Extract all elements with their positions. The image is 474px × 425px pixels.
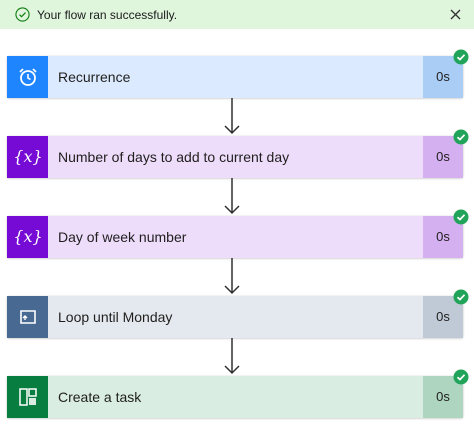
success-check-icon: [453, 129, 469, 145]
step-title: Loop until Monday: [58, 309, 173, 325]
check-circle-icon: [15, 7, 30, 22]
banner-message: Your flow ran successfully.: [37, 7, 178, 22]
success-check-icon: [453, 289, 469, 305]
loop-icon: [19, 310, 36, 324]
step-title: Recurrence: [58, 69, 131, 85]
step-icon-box: [7, 56, 48, 98]
step-icon-box: [7, 376, 48, 418]
success-check-icon: [453, 369, 469, 385]
planner-icon: [18, 388, 37, 406]
step-title: Number of days to add to current day: [58, 149, 290, 165]
success-check-icon: [453, 49, 469, 65]
flow-step-recurrence[interactable]: Recurrence 0s: [7, 49, 469, 98]
flow-step-day-of-week[interactable]: {x} Day of week number 0s: [7, 209, 469, 258]
step-title: Create a task: [58, 389, 142, 405]
alarm-clock-icon: [18, 68, 37, 86]
step-icon-box: [7, 296, 48, 338]
variable-icon: {x}: [13, 147, 42, 166]
step-title: Day of week number: [58, 229, 187, 245]
success-check-icon: [453, 209, 469, 225]
arrow-connector: [224, 98, 240, 135]
svg-text:{x}: {x}: [13, 147, 42, 166]
close-icon: [450, 9, 461, 20]
variable-icon: {x}: [13, 227, 42, 246]
step-icon-box: {x}: [7, 136, 48, 178]
flow-step-create-a-task[interactable]: Create a task 0s: [7, 369, 469, 418]
close-button[interactable]: [447, 6, 464, 23]
arrow-connector: [224, 178, 240, 215]
flow-step-loop-until-monday[interactable]: Loop until Monday 0s: [7, 289, 469, 338]
step-icon-box: {x}: [7, 216, 48, 258]
success-banner: Your flow ran successfully.: [0, 0, 474, 29]
svg-text:{x}: {x}: [13, 227, 42, 246]
arrow-connector: [224, 338, 240, 375]
arrow-connector: [224, 258, 240, 295]
flow-step-number-of-days[interactable]: {x} Number of days to add to current day…: [7, 129, 469, 178]
